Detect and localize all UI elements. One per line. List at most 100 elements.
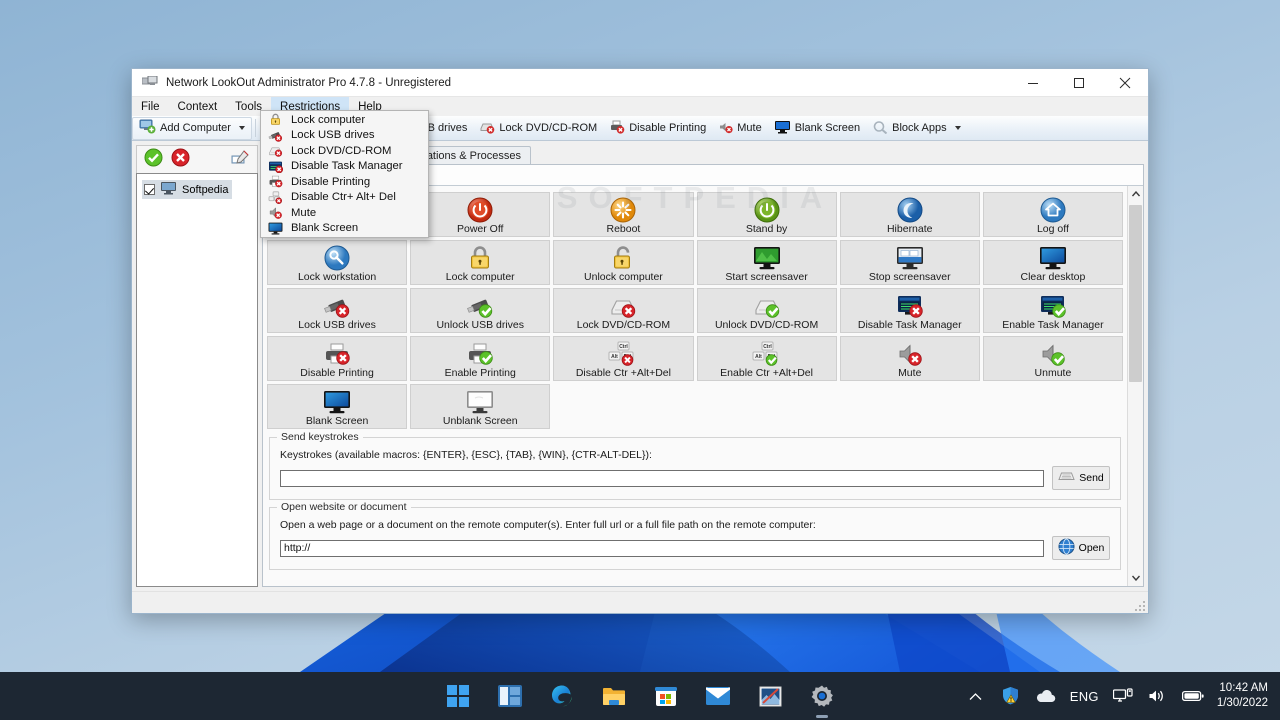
action-lock-computer[interactable]: Lock computer xyxy=(410,240,551,285)
scroll-up-button[interactable] xyxy=(1128,186,1144,202)
window-title: Network LookOut Administrator Pro 4.7.8 … xyxy=(166,76,452,89)
connect-icon[interactable] xyxy=(144,148,163,172)
action-label: Lock computer xyxy=(445,271,515,283)
security-warning-icon[interactable] xyxy=(1000,685,1022,707)
action-label: Unlock DVD/CD-ROM xyxy=(714,319,819,331)
widgets-icon[interactable] xyxy=(494,680,526,712)
action-mute[interactable]: Mute xyxy=(839,336,980,381)
chevron-up-icon[interactable] xyxy=(965,685,987,707)
action-enable-printing[interactable]: Enable Printing xyxy=(410,336,551,381)
chevron-down-icon[interactable] xyxy=(238,126,245,130)
action-disable-ctr-alt-del[interactable]: CtrlAltDelDisable Ctr +Alt+Del xyxy=(553,336,694,381)
action-unlock-dvd-cd-rom[interactable]: Unlock DVD/CD-ROM xyxy=(696,288,837,333)
padlock-closed-icon xyxy=(267,113,283,127)
action-enable-task-manager[interactable]: Enable Task Manager xyxy=(982,288,1123,333)
keystrokes-input[interactable] xyxy=(280,469,1044,487)
action-log-off[interactable]: Log off xyxy=(982,192,1123,237)
action-unlock-computer[interactable]: Unlock computer xyxy=(553,240,694,285)
action-lock-dvd-cd-rom[interactable]: Lock DVD/CD-ROM xyxy=(553,288,694,333)
keyboard-icon xyxy=(1058,471,1075,485)
close-button[interactable] xyxy=(1102,69,1148,97)
menu-item-disable-task-manager[interactable]: Disable Task Manager xyxy=(261,159,428,175)
clock-date[interactable]: 10:42 AM 1/30/2022 xyxy=(1217,681,1272,711)
menu-item-blank-screen[interactable]: Blank Screen xyxy=(261,221,428,237)
menu-item-mute[interactable]: Mute xyxy=(261,205,428,221)
maximize-button[interactable] xyxy=(1056,69,1102,97)
action-blank-screen[interactable]: Blank Screen xyxy=(267,384,408,429)
mail-icon[interactable] xyxy=(702,680,734,712)
action-label: Enable Ctr +Alt+Del xyxy=(720,367,813,379)
action-lock-usb-drives[interactable]: Lock USB drives xyxy=(267,288,408,333)
taskbar-icon-group xyxy=(442,680,838,718)
action-stop-screensaver[interactable]: Stop screensaver xyxy=(839,240,980,285)
menu-context[interactable]: Context xyxy=(169,97,227,116)
power-off-red-icon xyxy=(467,196,493,223)
menu-item-disable-ctr-alt-del[interactable]: Disable Ctr+ Alt+ Del xyxy=(261,190,428,206)
edge-icon[interactable] xyxy=(546,680,578,712)
action-start-screensaver[interactable]: Start screensaver xyxy=(696,240,837,285)
optical-drive-block-icon xyxy=(479,120,495,137)
settings-icon[interactable] xyxy=(806,680,838,718)
disconnect-icon[interactable] xyxy=(171,148,190,172)
title-bar[interactable]: Network LookOut Administrator Pro 4.7.8 … xyxy=(132,69,1148,97)
url-input[interactable] xyxy=(280,539,1044,557)
toolbar-lock-dvd[interactable]: Lock DVD/CD-ROM xyxy=(473,117,603,140)
monitor-blue-icon xyxy=(267,221,283,235)
add-computer-button[interactable]: Add Computer xyxy=(132,116,252,140)
computer-checkbox[interactable] xyxy=(144,184,155,195)
microsoft-store-icon[interactable] xyxy=(650,680,682,712)
start-icon[interactable] xyxy=(442,680,474,712)
task-manager-block-icon xyxy=(897,292,923,319)
scrollbar-track[interactable] xyxy=(1128,202,1144,570)
file-explorer-icon[interactable] xyxy=(598,680,630,712)
action-stand-by[interactable]: Stand by xyxy=(696,192,837,237)
toolbar-mute[interactable]: Mute xyxy=(712,117,767,140)
toolbar-blank-screen[interactable]: Blank Screen xyxy=(768,117,866,140)
action-reboot[interactable]: Reboot xyxy=(553,192,694,237)
action-lock-workstation[interactable]: Lock workstation xyxy=(267,240,408,285)
toolbar-disable-printing-label: Disable Printing xyxy=(629,122,707,134)
action-power-off[interactable]: Power Off xyxy=(410,192,551,237)
scroll-down-button[interactable] xyxy=(1128,570,1144,586)
toolbar-disable-printing[interactable]: Disable Printing xyxy=(603,117,712,140)
menu-item-lock-computer[interactable]: Lock computer xyxy=(261,112,428,128)
running-indicator xyxy=(816,715,828,718)
resize-grip[interactable] xyxy=(1133,599,1145,611)
action-hibernate[interactable]: Hibernate xyxy=(839,192,980,237)
onedrive-icon[interactable] xyxy=(1035,685,1057,707)
action-clear-desktop[interactable]: Clear desktop xyxy=(982,240,1123,285)
language-indicator[interactable]: ENG xyxy=(1070,689,1099,704)
toolbar-block-apps[interactable]: Block Apps xyxy=(866,117,966,140)
list-item[interactable]: Softpedia xyxy=(140,178,254,201)
action-unmute[interactable]: Unmute xyxy=(982,336,1123,381)
action-unlock-usb-drives[interactable]: Unlock USB drives xyxy=(410,288,551,333)
open-button[interactable]: Open xyxy=(1052,536,1110,560)
action-disable-printing[interactable]: Disable Printing xyxy=(267,336,408,381)
scrollbar-thumb[interactable] xyxy=(1128,205,1142,382)
menu-item-lock-dvd-cd-rom[interactable]: Lock DVD/CD-ROM xyxy=(261,143,428,159)
send-button[interactable]: Send xyxy=(1052,466,1110,490)
menu-item-label: Disable Ctr+ Alt+ Del xyxy=(291,191,396,204)
chevron-down-icon[interactable] xyxy=(954,126,961,130)
edit-list-icon[interactable] xyxy=(231,149,250,171)
minimize-button[interactable] xyxy=(1010,69,1056,97)
action-unblank-screen[interactable]: Unblank Screen xyxy=(410,384,551,429)
network-icon[interactable] xyxy=(1112,685,1134,707)
battery-icon[interactable] xyxy=(1181,685,1204,707)
vertical-scrollbar[interactable] xyxy=(1127,186,1143,586)
photos-icon[interactable] xyxy=(754,680,786,712)
action-disable-task-manager[interactable]: Disable Task Manager xyxy=(839,288,980,333)
task-manager-allow-icon xyxy=(1040,292,1066,319)
ctrl-alt-del-allow-icon: CtrlAltDel xyxy=(752,340,782,367)
volume-icon[interactable] xyxy=(1147,685,1169,707)
menu-file[interactable]: File xyxy=(132,97,169,116)
menu-item-lock-usb-drives[interactable]: Lock USB drives xyxy=(261,128,428,144)
computer-name: Softpedia xyxy=(182,183,229,196)
action-enable-ctr-alt-del[interactable]: CtrlAltDelEnable Ctr +Alt+Del xyxy=(696,336,837,381)
usb-drive-allow-icon xyxy=(466,292,494,319)
lock-workstation-key-icon xyxy=(324,244,350,271)
menu-item-disable-printing[interactable]: Disable Printing xyxy=(261,174,428,190)
computer-list[interactable]: Softpedia xyxy=(136,173,258,587)
send-keystrokes-group: Send keystrokes Keystrokes (available ma… xyxy=(269,431,1121,500)
svg-text:Alt: Alt xyxy=(612,353,619,359)
